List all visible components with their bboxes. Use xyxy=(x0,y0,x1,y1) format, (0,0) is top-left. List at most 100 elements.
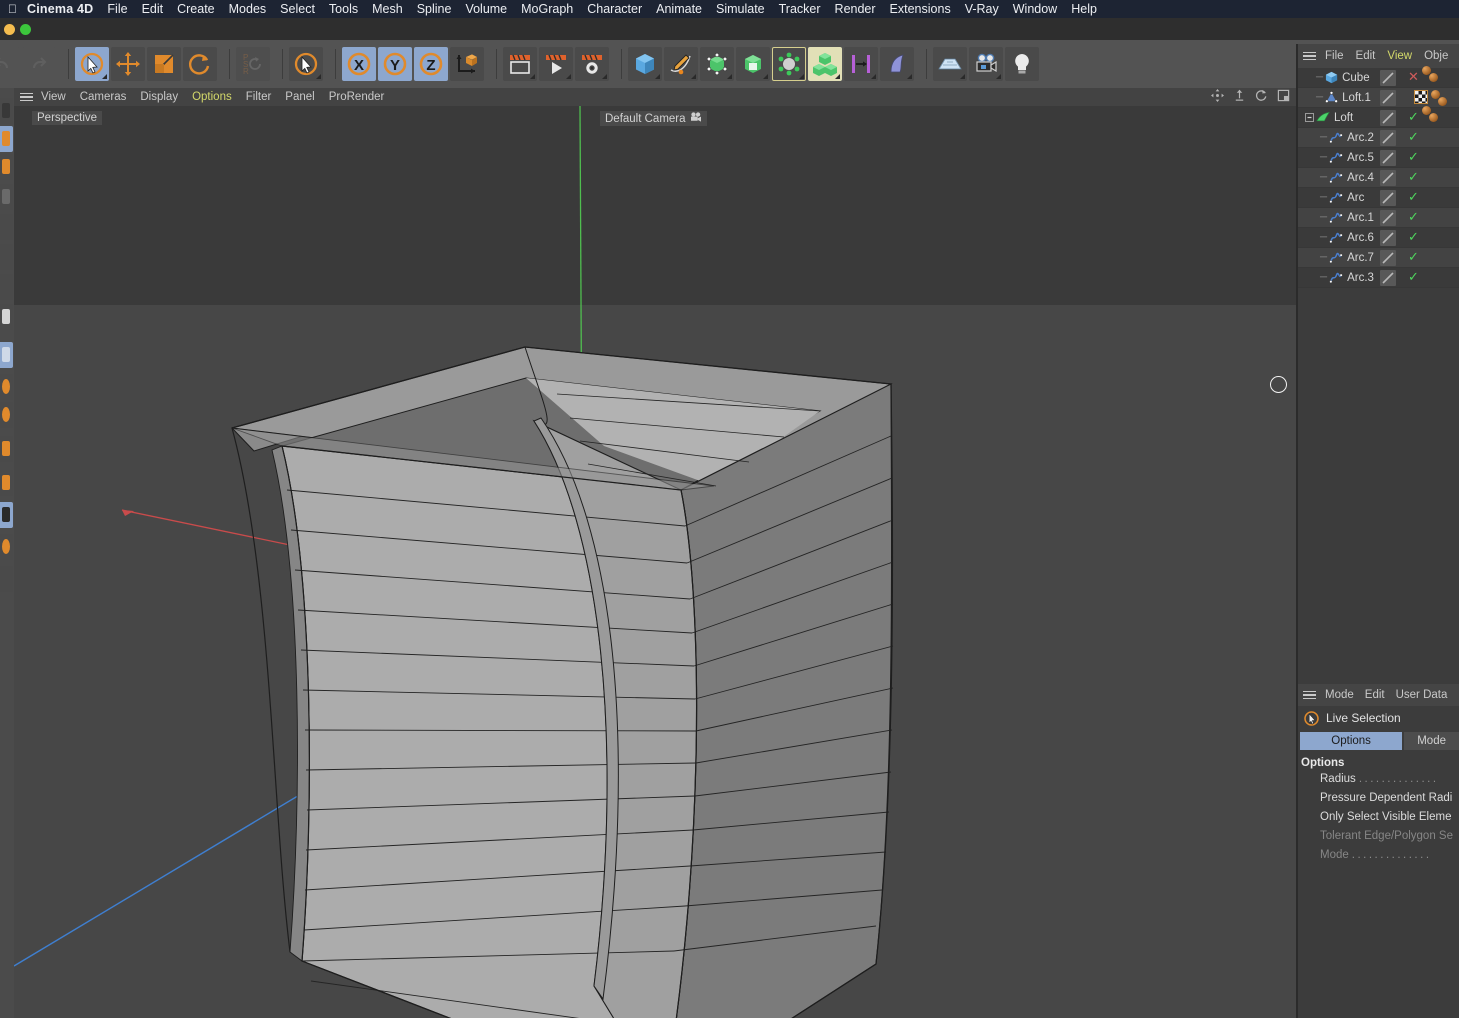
left-tool-1[interactable] xyxy=(0,98,13,124)
menu-item-edit[interactable]: Edit xyxy=(142,2,164,16)
render-view-button[interactable] xyxy=(503,47,537,81)
object-row-arc2[interactable]: ─ Arc.2 ✓ xyxy=(1298,128,1459,148)
left-tool-2[interactable] xyxy=(0,126,13,152)
object-row-cube[interactable]: ─ Cube ✕ xyxy=(1298,66,1459,88)
visibility-on-icon[interactable]: ✓ xyxy=(1408,230,1419,243)
nurbs-generator-button[interactable] xyxy=(700,47,734,81)
menu-item-tools[interactable]: Tools xyxy=(329,2,358,16)
scene-object-button[interactable] xyxy=(844,47,878,81)
left-tool-9[interactable] xyxy=(0,342,13,368)
left-tool-8[interactable] xyxy=(0,304,13,330)
hamburger-menu-icon[interactable] xyxy=(1303,51,1316,61)
attribute-menu-user-data[interactable]: User Data xyxy=(1396,689,1448,701)
menu-item-tracker[interactable]: Tracker xyxy=(779,2,821,16)
undo-button[interactable] xyxy=(0,47,20,81)
menu-item-character[interactable]: Character xyxy=(587,2,642,16)
menu-item-vray[interactable]: V-Ray xyxy=(965,2,999,16)
object-row-arc7[interactable]: ─ Arc.7 ✓ xyxy=(1298,248,1459,268)
lock-z-axis-button[interactable]: Z xyxy=(414,47,448,81)
object-row-arc4[interactable]: ─ Arc.4 ✓ xyxy=(1298,168,1459,188)
left-tool-11[interactable] xyxy=(0,402,13,428)
left-tool-3[interactable] xyxy=(0,154,13,180)
display-tag[interactable] xyxy=(1380,170,1396,186)
visibility-on-icon[interactable]: ✓ xyxy=(1408,210,1419,223)
attribute-menu-edit[interactable]: Edit xyxy=(1365,689,1385,701)
display-tag[interactable] xyxy=(1380,270,1396,286)
expand-collapse-toggle[interactable] xyxy=(1302,113,1316,122)
visibility-on-icon[interactable]: ✓ xyxy=(1408,110,1419,123)
maximize-view-icon[interactable] xyxy=(1277,89,1290,105)
attribute-row-tolerant-edge-polygon-selection[interactable]: Tolerant Edge/Polygon Se xyxy=(1298,830,1459,849)
display-tag[interactable] xyxy=(1380,190,1396,206)
viewport-menu-prorender[interactable]: ProRender xyxy=(329,91,385,103)
render-settings-button[interactable] xyxy=(575,47,609,81)
left-tool-16[interactable] xyxy=(0,566,13,592)
object-manager-menu-edit[interactable]: Edit xyxy=(1356,50,1376,62)
display-tag[interactable] xyxy=(1380,230,1396,246)
zoom-window-button[interactable] xyxy=(20,24,31,35)
lock-x-axis-button[interactable]: X xyxy=(342,47,376,81)
left-tool-6[interactable] xyxy=(0,244,13,270)
visibility-on-icon[interactable]: ✓ xyxy=(1408,190,1419,203)
add-floor-button[interactable] xyxy=(933,47,967,81)
menu-item-select[interactable]: Select xyxy=(280,2,315,16)
psr-reset-button[interactable]: P S R xyxy=(236,47,270,81)
viewport-menu-filter[interactable]: Filter xyxy=(246,91,272,103)
visibility-off-icon[interactable]: ✕ xyxy=(1408,70,1419,84)
display-tag[interactable] xyxy=(1380,150,1396,166)
object-row-arc5[interactable]: ─ Arc.5 ✓ xyxy=(1298,148,1459,168)
scale-tool-button[interactable] xyxy=(147,47,181,81)
visibility-on-icon[interactable]: ✓ xyxy=(1408,270,1419,283)
menu-item-animate[interactable]: Animate xyxy=(656,2,702,16)
viewport-menu-display[interactable]: Display xyxy=(140,91,178,103)
field-object-button[interactable] xyxy=(880,47,914,81)
live-selection-tool-button[interactable] xyxy=(75,47,109,81)
world-object-coordinates-button[interactable] xyxy=(450,47,484,81)
perspective-viewport[interactable]: Perspective Default Camera xyxy=(14,106,1296,1018)
visibility-on-icon[interactable]: ✓ xyxy=(1408,130,1419,143)
object-row-arc6[interactable]: ─ Arc.6 ✓ xyxy=(1298,228,1459,248)
object-row-arc[interactable]: ─ Arc ✓ xyxy=(1298,188,1459,208)
display-tag[interactable] xyxy=(1380,110,1396,126)
lock-y-axis-button[interactable]: Y xyxy=(378,47,412,81)
minimize-window-button[interactable] xyxy=(4,24,15,35)
rotate-view-icon[interactable] xyxy=(1255,89,1268,105)
material-tags[interactable] xyxy=(1422,66,1438,82)
menu-item-modes[interactable]: Modes xyxy=(229,2,267,16)
add-light-button[interactable] xyxy=(1005,47,1039,81)
menu-item-create[interactable]: Create xyxy=(177,2,215,16)
redo-button[interactable] xyxy=(22,47,56,81)
menu-item-mograph[interactable]: MoGraph xyxy=(521,2,573,16)
mograph-cloner-button[interactable] xyxy=(808,47,842,81)
menu-item-help[interactable]: Help xyxy=(1071,2,1097,16)
add-camera-button[interactable] xyxy=(969,47,1003,81)
left-tool-14[interactable] xyxy=(0,502,13,528)
menu-item-mesh[interactable]: Mesh xyxy=(372,2,403,16)
left-tool-13[interactable] xyxy=(0,470,13,496)
apple-logo-icon[interactable]:  xyxy=(8,2,17,16)
material-tags[interactable] xyxy=(1422,106,1438,122)
attribute-row-pressure-dependent-radius[interactable]: Pressure Dependent Radi xyxy=(1298,792,1459,811)
add-cube-button[interactable] xyxy=(628,47,662,81)
object-manager-menu-file[interactable]: File xyxy=(1325,50,1344,62)
attribute-row-only-select-visible-elements[interactable]: Only Select Visible Eleme xyxy=(1298,811,1459,830)
tab-mode[interactable]: Mode xyxy=(1404,732,1459,750)
hamburger-menu-icon[interactable] xyxy=(1303,690,1316,700)
material-tags[interactable] xyxy=(1414,89,1447,106)
visibility-on-icon[interactable]: ✓ xyxy=(1408,170,1419,183)
menu-item-simulate[interactable]: Simulate xyxy=(716,2,765,16)
object-row-loft[interactable]: Loft ✓ xyxy=(1298,106,1459,128)
hamburger-menu-icon[interactable] xyxy=(20,92,33,102)
viewport-menu-panel[interactable]: Panel xyxy=(285,91,314,103)
menu-item-render[interactable]: Render xyxy=(835,2,876,16)
left-tool-10[interactable] xyxy=(0,374,13,400)
render-to-picture-viewer-button[interactable] xyxy=(539,47,573,81)
visibility-on-icon[interactable]: ✓ xyxy=(1408,150,1419,163)
move-tool-button[interactable] xyxy=(111,47,145,81)
left-tool-15[interactable] xyxy=(0,534,13,560)
menu-item-window[interactable]: Window xyxy=(1013,2,1057,16)
attribute-menu-mode[interactable]: Mode xyxy=(1325,689,1354,701)
array-generator-button[interactable] xyxy=(736,47,770,81)
zoom-view-icon[interactable] xyxy=(1233,89,1246,105)
menu-item-extensions[interactable]: Extensions xyxy=(890,2,951,16)
